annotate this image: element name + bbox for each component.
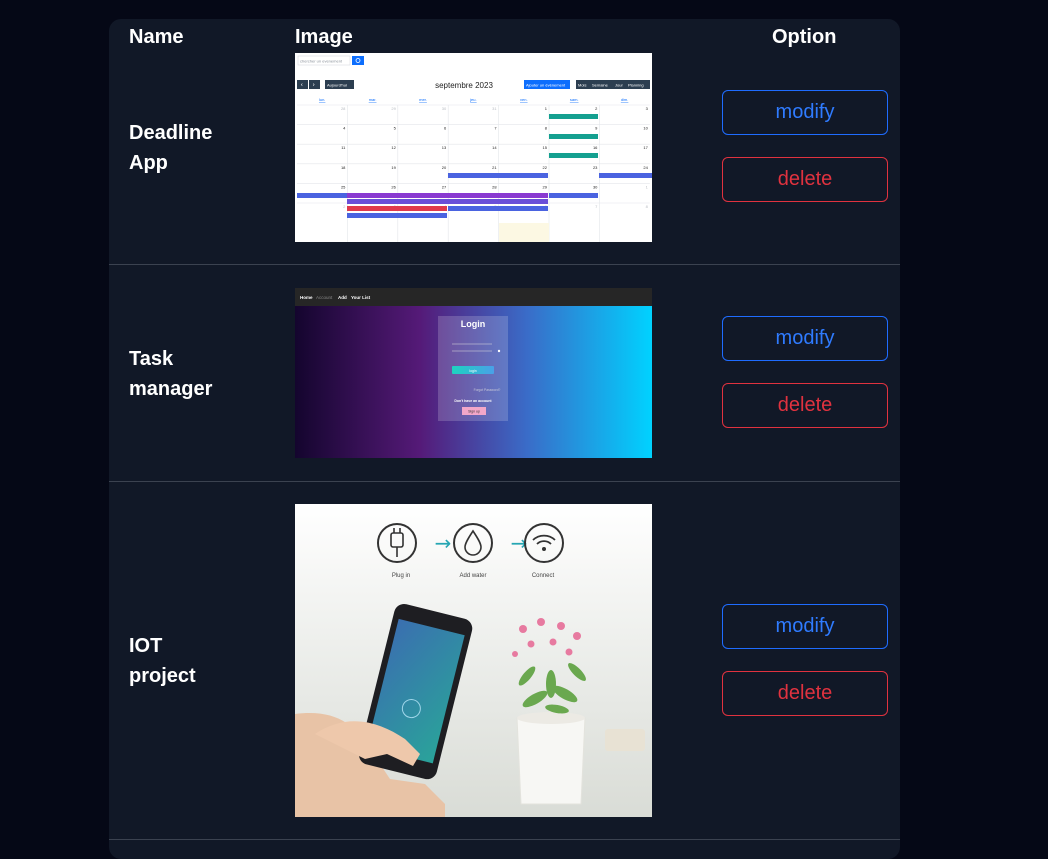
calendar-day-number: 23 — [593, 165, 598, 170]
svg-text:Account: Account — [316, 295, 333, 300]
svg-text:Home: Home — [300, 295, 313, 300]
calendar-day-number: 29 — [391, 106, 396, 111]
calendar-day-number: 20 — [442, 165, 447, 170]
calendar-weekday: mer. — [419, 97, 427, 102]
iot-thumbnail: → → Plug in Add water Connect — [295, 504, 652, 817]
calendar-day-number: 26 — [391, 184, 396, 189]
delete-button[interactable]: delete — [722, 383, 888, 428]
svg-text:›: › — [313, 82, 315, 89]
login-thumbnail: Home Account Add Your List Login login F… — [295, 288, 652, 458]
calendar-thumbnail: chercher un evenement ‹ › Aujourd'hui se… — [295, 53, 652, 242]
svg-text:login: login — [469, 369, 476, 373]
project-name: IOT project — [129, 635, 196, 687]
delete-button[interactable]: delete — [722, 671, 888, 716]
modify-button[interactable]: modify — [722, 90, 888, 135]
project-name: Deadline App — [129, 122, 213, 174]
calendar-weekday: mar. — [369, 97, 377, 102]
calendar-weekday: jeu. — [469, 97, 476, 102]
row-divider — [109, 481, 900, 482]
calendar-day-number: 25 — [341, 184, 346, 189]
svg-text:→: → — [435, 531, 452, 555]
calendar-day-number: 28 — [341, 106, 346, 111]
svg-text:Add water: Add water — [459, 573, 486, 579]
calendar-weekday: sam. — [570, 97, 579, 102]
svg-text:Ajouter un évènement: Ajouter un évènement — [526, 83, 566, 88]
svg-text:Semaine: Semaine — [592, 83, 609, 88]
calendar-day-number: 30 — [442, 106, 447, 111]
calendar-day-number: 18 — [341, 165, 346, 170]
calendar-day-number: 28 — [492, 184, 497, 189]
svg-text:septembre 2023: septembre 2023 — [435, 81, 493, 90]
svg-text:Don't have an account: Don't have an account — [454, 399, 492, 403]
row-divider — [109, 839, 900, 840]
svg-text:Your List: Your List — [351, 295, 371, 300]
delete-button[interactable]: delete — [722, 157, 888, 202]
calendar-weekday: ven. — [520, 97, 528, 102]
svg-text:Forgot Password?: Forgot Password? — [474, 388, 501, 392]
svg-text:Mois: Mois — [578, 83, 586, 88]
calendar-day-number: 24 — [643, 165, 648, 170]
svg-text:Sign up: Sign up — [468, 410, 480, 414]
calendar-weekday: lun. — [319, 97, 325, 102]
calendar-day-number: 29 — [543, 184, 548, 189]
calendar-weekday: dim. — [621, 97, 629, 102]
calendar-day-number: 17 — [643, 145, 648, 150]
calendar-day-number: 16 — [593, 145, 598, 150]
project-name: Task manager — [129, 348, 213, 400]
svg-text:chercher un evenement: chercher un evenement — [300, 59, 343, 64]
column-header-image: Image — [295, 26, 353, 48]
calendar-day-number: 22 — [543, 165, 548, 170]
calendar-day-number: 12 — [391, 145, 396, 150]
column-header-name: Name — [129, 26, 184, 48]
projects-table: Name Image Option Deadline App chercher … — [109, 19, 900, 859]
calendar-day-number: 14 — [492, 145, 497, 150]
svg-text:Add: Add — [338, 295, 347, 300]
calendar-day-number: 10 — [643, 126, 648, 131]
svg-text:‹: ‹ — [301, 82, 303, 89]
calendar-day-number: 15 — [543, 145, 548, 150]
calendar-day-number: 21 — [492, 165, 497, 170]
calendar-day-number: 27 — [442, 184, 447, 189]
modify-button[interactable]: modify — [722, 316, 888, 361]
calendar-day-number: 13 — [442, 145, 447, 150]
calendar-day-number: 31 — [492, 106, 497, 111]
svg-text:Login: Login — [461, 319, 486, 329]
svg-text:Connect: Connect — [532, 573, 555, 579]
svg-text:Jour: Jour — [615, 83, 623, 88]
svg-text:Plug in: Plug in — [392, 573, 410, 579]
calendar-day-number: 30 — [593, 184, 598, 189]
svg-text:Planning: Planning — [628, 83, 644, 88]
svg-text:Aujourd'hui: Aujourd'hui — [327, 83, 347, 88]
calendar-day-number: 19 — [391, 165, 396, 170]
column-header-option: Option — [772, 26, 837, 48]
row-divider — [109, 264, 900, 265]
modify-button[interactable]: modify — [722, 604, 888, 649]
